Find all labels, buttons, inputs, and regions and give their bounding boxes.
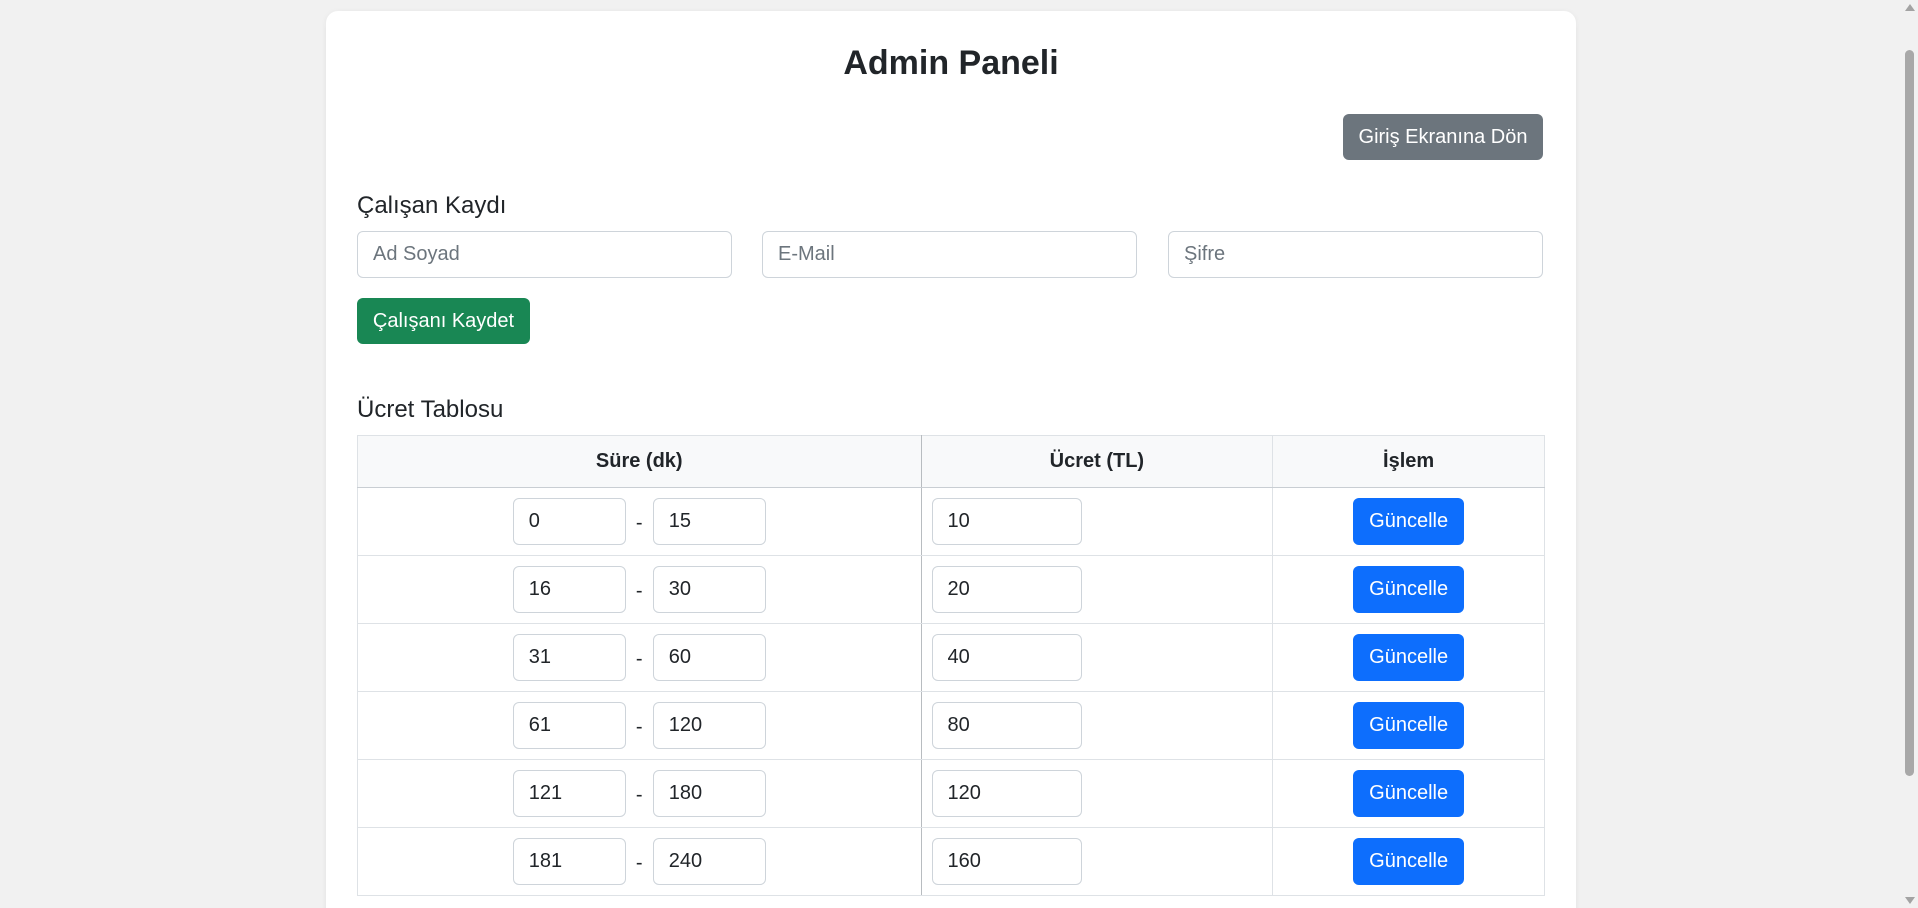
duration-range: - (512, 770, 766, 817)
range-separator: - (635, 580, 643, 602)
employee-registration-heading: Çalışan Kaydı (357, 192, 507, 219)
fee-wrapper (922, 634, 1273, 681)
table-header-row: Süre (dk) Ücret (TL) İşlem (357, 435, 1545, 488)
update-button[interactable]: Güncelle (1353, 498, 1465, 545)
fee-cell (920, 487, 1274, 556)
duration-min-input[interactable] (512, 634, 626, 681)
table-row: - Güncelle (357, 555, 1545, 624)
range-separator: - (635, 716, 643, 738)
email-field[interactable] (762, 231, 1137, 278)
fee-wrapper (922, 838, 1273, 885)
duration-min-input[interactable] (512, 770, 626, 817)
duration-cell: - (357, 827, 922, 896)
table-row: - Güncelle (357, 759, 1545, 828)
range-separator: - (635, 512, 643, 534)
scroll-thumb[interactable] (1905, 50, 1914, 776)
duration-cell: - (357, 487, 922, 556)
update-button[interactable]: Güncelle (1353, 702, 1465, 749)
fee-input[interactable] (931, 838, 1082, 885)
duration-min-input[interactable] (512, 702, 626, 749)
range-separator: - (635, 852, 643, 874)
table-row: - Güncelle (357, 691, 1545, 760)
action-cell: Güncelle (1272, 555, 1545, 624)
duration-max-input[interactable] (652, 770, 766, 817)
range-separator: - (635, 648, 643, 670)
duration-cell: - (357, 691, 922, 760)
column-header-duration: Süre (dk) (357, 435, 922, 488)
password-field[interactable] (1168, 231, 1543, 278)
duration-min-input[interactable] (512, 838, 626, 885)
update-button[interactable]: Güncelle (1353, 566, 1465, 613)
fee-input[interactable] (931, 634, 1082, 681)
table-row: - Güncelle (357, 623, 1545, 692)
duration-range: - (512, 634, 766, 681)
update-button[interactable]: Güncelle (1353, 770, 1465, 817)
fee-wrapper (922, 770, 1273, 817)
duration-range: - (512, 498, 766, 545)
update-button[interactable]: Güncelle (1353, 634, 1465, 681)
duration-range: - (512, 838, 766, 885)
action-cell: Güncelle (1272, 827, 1545, 896)
fee-table-heading: Ücret Tablosu (357, 396, 504, 423)
back-to-login-button[interactable]: Giriş Ekranına Dön (1343, 114, 1543, 160)
fee-table: Süre (dk) Ücret (TL) İşlem - Güncelle - Gün… (357, 435, 1545, 896)
fee-cell (920, 555, 1274, 624)
fee-cell (920, 759, 1274, 828)
duration-max-input[interactable] (652, 634, 766, 681)
fee-wrapper (922, 566, 1273, 613)
duration-range: - (512, 702, 766, 749)
action-cell: Güncelle (1272, 759, 1545, 828)
fee-input[interactable] (931, 770, 1082, 817)
fee-wrapper (922, 702, 1273, 749)
duration-min-input[interactable] (512, 566, 626, 613)
duration-max-input[interactable] (652, 566, 766, 613)
action-cell: Güncelle (1272, 487, 1545, 556)
action-cell: Güncelle (1272, 623, 1545, 692)
fee-wrapper (922, 498, 1273, 545)
page-title: Admin Paneli (843, 44, 1059, 82)
column-header-action: İşlem (1272, 435, 1545, 488)
duration-cell: - (357, 623, 922, 692)
fee-cell (920, 623, 1274, 692)
fee-input[interactable] (931, 702, 1082, 749)
scroll-down-arrow-icon[interactable] (1905, 897, 1915, 904)
table-row: - Güncelle (357, 487, 1545, 556)
duration-max-input[interactable] (652, 702, 766, 749)
duration-max-input[interactable] (652, 498, 766, 545)
duration-min-input[interactable] (512, 498, 626, 545)
save-employee-button[interactable]: Çalışanı Kaydet (357, 298, 530, 344)
table-row: - Güncelle (357, 827, 1545, 896)
name-field[interactable] (357, 231, 732, 278)
duration-cell: - (357, 555, 922, 624)
fee-cell (920, 691, 1274, 760)
column-header-fee: Ücret (TL) (920, 435, 1274, 488)
fee-input[interactable] (931, 566, 1082, 613)
page: Admin Paneli Giriş Ekranına Dön Çalışan … (0, 0, 1918, 908)
fee-input[interactable] (931, 498, 1082, 545)
duration-range: - (512, 566, 766, 613)
update-button[interactable]: Güncelle (1353, 838, 1465, 885)
scroll-up-arrow-icon[interactable] (1905, 4, 1915, 11)
action-cell: Güncelle (1272, 691, 1545, 760)
range-separator: - (635, 784, 643, 806)
duration-cell: - (357, 759, 922, 828)
admin-panel-card: Admin Paneli Giriş Ekranına Dön Çalışan … (326, 11, 1576, 908)
fee-cell (920, 827, 1274, 896)
vertical-scrollbar[interactable] (1901, 0, 1918, 908)
duration-max-input[interactable] (652, 838, 766, 885)
